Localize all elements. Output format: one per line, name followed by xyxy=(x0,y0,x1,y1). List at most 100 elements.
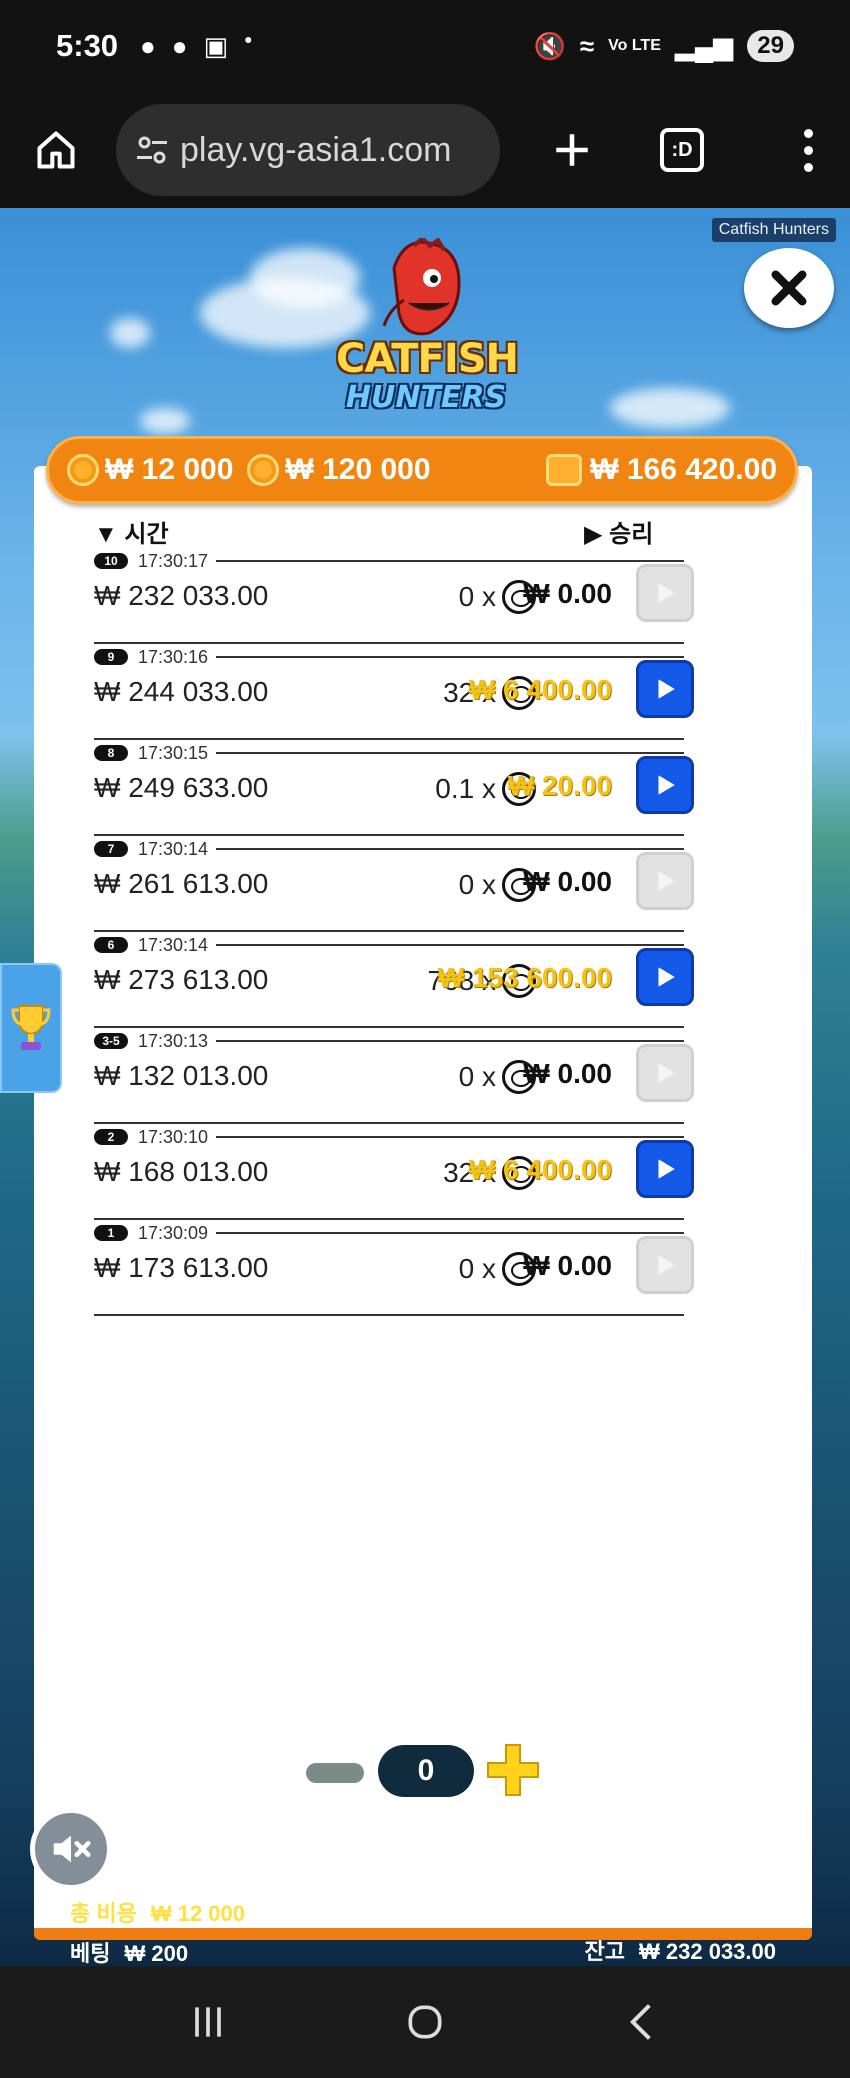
divider xyxy=(216,752,684,754)
play-icon xyxy=(414,1848,442,1882)
replay-button[interactable] xyxy=(636,1140,694,1198)
divider xyxy=(216,944,684,946)
bet-controls: 0 xyxy=(306,1743,546,1803)
round-balance: ₩ 173 613.00 xyxy=(94,1252,269,1283)
recent-apps-button[interactable] xyxy=(186,2000,230,2044)
decrease-bet-button[interactable] xyxy=(306,1763,364,1783)
history-row: 6 17:30:14 ₩ 273 613.00 768 x ₩ 153 600.… xyxy=(94,932,754,1028)
time-header-label: 시간 xyxy=(124,521,169,548)
bet-label: 베팅 xyxy=(70,1941,111,1966)
round-balance: ₩ 261 613.00 xyxy=(94,868,269,899)
wifi-icon: ≈ xyxy=(579,30,595,61)
round-win: ₩ 6 400.00 xyxy=(468,1154,612,1185)
speaker-muted-icon xyxy=(53,1835,91,1863)
close-icon xyxy=(771,270,807,306)
history-row: 1 17:30:09 ₩ 173 613.00 0 x ₩ 0.00 xyxy=(94,1220,754,1316)
round-win: ₩ 153 600.00 xyxy=(437,962,612,993)
round-badge: 6 xyxy=(94,937,128,953)
mute-status-icon: 🔇 xyxy=(533,30,566,61)
round-win: ₩ 6 400.00 xyxy=(468,674,612,705)
overflow-menu-button[interactable] xyxy=(798,128,818,172)
round-badge: 8 xyxy=(94,745,128,761)
replay-button xyxy=(636,1236,694,1294)
close-button[interactable] xyxy=(744,248,834,328)
back-button[interactable] xyxy=(620,2000,664,2044)
site-settings-icon[interactable] xyxy=(134,132,170,168)
history-row: 7 17:30:14 ₩ 261 613.00 0 x ₩ 0.00 xyxy=(94,836,754,932)
replay-button xyxy=(636,852,694,910)
round-win: ₩ 0.00 xyxy=(523,866,612,897)
win-sort-header[interactable]: ▶ 승리 xyxy=(584,514,653,549)
multiplier-value: 0 x xyxy=(458,1061,496,1092)
divider xyxy=(216,656,684,658)
round-time: 17:30:14 xyxy=(138,838,209,859)
divider xyxy=(216,848,684,850)
system-nav-bar xyxy=(0,1966,850,2078)
new-tab-button[interactable] xyxy=(542,120,602,180)
row-meta: 1 17:30:09 xyxy=(94,1220,684,1246)
multiplier-value: 0.1 x xyxy=(435,773,496,804)
status-time: 5:30 xyxy=(56,28,119,63)
wallet-balance: ₩ 166 420.00 xyxy=(546,453,777,487)
balance-summary: 잔고 ₩ 232 033.00 xyxy=(585,1934,776,1966)
multiplier-value: 0 x xyxy=(458,581,496,612)
replay-button[interactable] xyxy=(636,660,694,718)
row-meta: 2 17:30:10 xyxy=(94,1124,684,1150)
row-meta: 3-5 17:30:13 xyxy=(94,1028,684,1054)
coin-icon xyxy=(247,454,280,486)
round-win: ₩ 0.00 xyxy=(523,1250,612,1281)
divider xyxy=(216,1040,684,1042)
round-time: 17:30:13 xyxy=(138,1030,209,1051)
replay-button[interactable] xyxy=(636,756,694,814)
round-balance: ₩ 232 033.00 xyxy=(94,580,269,611)
round-time: 17:30:15 xyxy=(138,742,209,763)
play-icon xyxy=(658,1255,675,1275)
round-badge: 10 xyxy=(94,553,128,569)
signal-icon: ▂▄▆ xyxy=(674,30,734,61)
divider xyxy=(94,1314,684,1316)
bet-cost: ₩ 12 000 xyxy=(67,453,233,487)
time-sort-header[interactable]: ▼ 시간 xyxy=(94,514,169,549)
home-nav-button[interactable] xyxy=(403,2000,447,2044)
round-badge: 3-5 xyxy=(94,1033,128,1049)
bet-summary: 총 비용 ₩ 12 000 베팅 ₩ 200 xyxy=(70,1896,245,1966)
wallet-icon xyxy=(546,454,583,486)
notification-icons: ● ● ▣ ● xyxy=(140,31,252,62)
round-time: 17:30:16 xyxy=(138,646,209,667)
row-meta: 9 17:30:16 xyxy=(94,644,684,670)
play-icon xyxy=(658,1159,675,1179)
bet-value: ₩ 200 xyxy=(124,1941,189,1966)
row-meta: 8 17:30:15 xyxy=(94,740,684,766)
home-icon xyxy=(37,131,75,169)
total-bet: ₩ 120 000 xyxy=(247,453,431,487)
round-badge: 9 xyxy=(94,649,128,665)
round-balance: ₩ 132 013.00 xyxy=(94,1060,269,1091)
round-win: ₩ 20.00 xyxy=(507,770,612,801)
logo-title-line2: HUNTERS xyxy=(345,380,507,415)
replay-button[interactable] xyxy=(636,948,694,1006)
wallet-balance-value: ₩ 166 420.00 xyxy=(590,453,777,486)
status-bar: 5:30 ● ● ▣ ● 🔇 ≈ Vo LTE ▂▄▆ 29 xyxy=(0,0,850,92)
tab-switcher-button[interactable]: :D xyxy=(660,128,704,172)
catfish-icon xyxy=(382,238,461,336)
replay-button xyxy=(636,564,694,622)
history-list: 10 17:30:17 ₩ 232 033.00 0 x ₩ 0.00 9 17… xyxy=(94,548,754,1316)
round-time: 17:30:10 xyxy=(138,1126,209,1147)
play-icon xyxy=(658,583,675,603)
round-time: 17:30:17 xyxy=(138,550,209,571)
home-button[interactable] xyxy=(26,120,86,180)
row-meta: 10 17:30:17 xyxy=(94,548,684,574)
increase-bet-button[interactable] xyxy=(484,1741,542,1799)
spin-button[interactable] xyxy=(374,1814,476,1916)
screenshot-icon: ▣ xyxy=(203,30,229,61)
round-balance: ₩ 168 013.00 xyxy=(94,1156,269,1187)
leaderboard-tab[interactable] xyxy=(0,963,62,1093)
play-icon xyxy=(658,775,675,795)
plus-icon xyxy=(556,134,588,166)
notification-icon: ● xyxy=(171,30,188,61)
game-name-tag: Catfish Hunters xyxy=(711,218,836,242)
divider xyxy=(216,560,684,562)
round-badge: 1 xyxy=(94,1225,128,1241)
sound-toggle-button[interactable] xyxy=(30,1808,112,1890)
address-bar[interactable]: play.vg-asia1.com xyxy=(116,104,500,196)
